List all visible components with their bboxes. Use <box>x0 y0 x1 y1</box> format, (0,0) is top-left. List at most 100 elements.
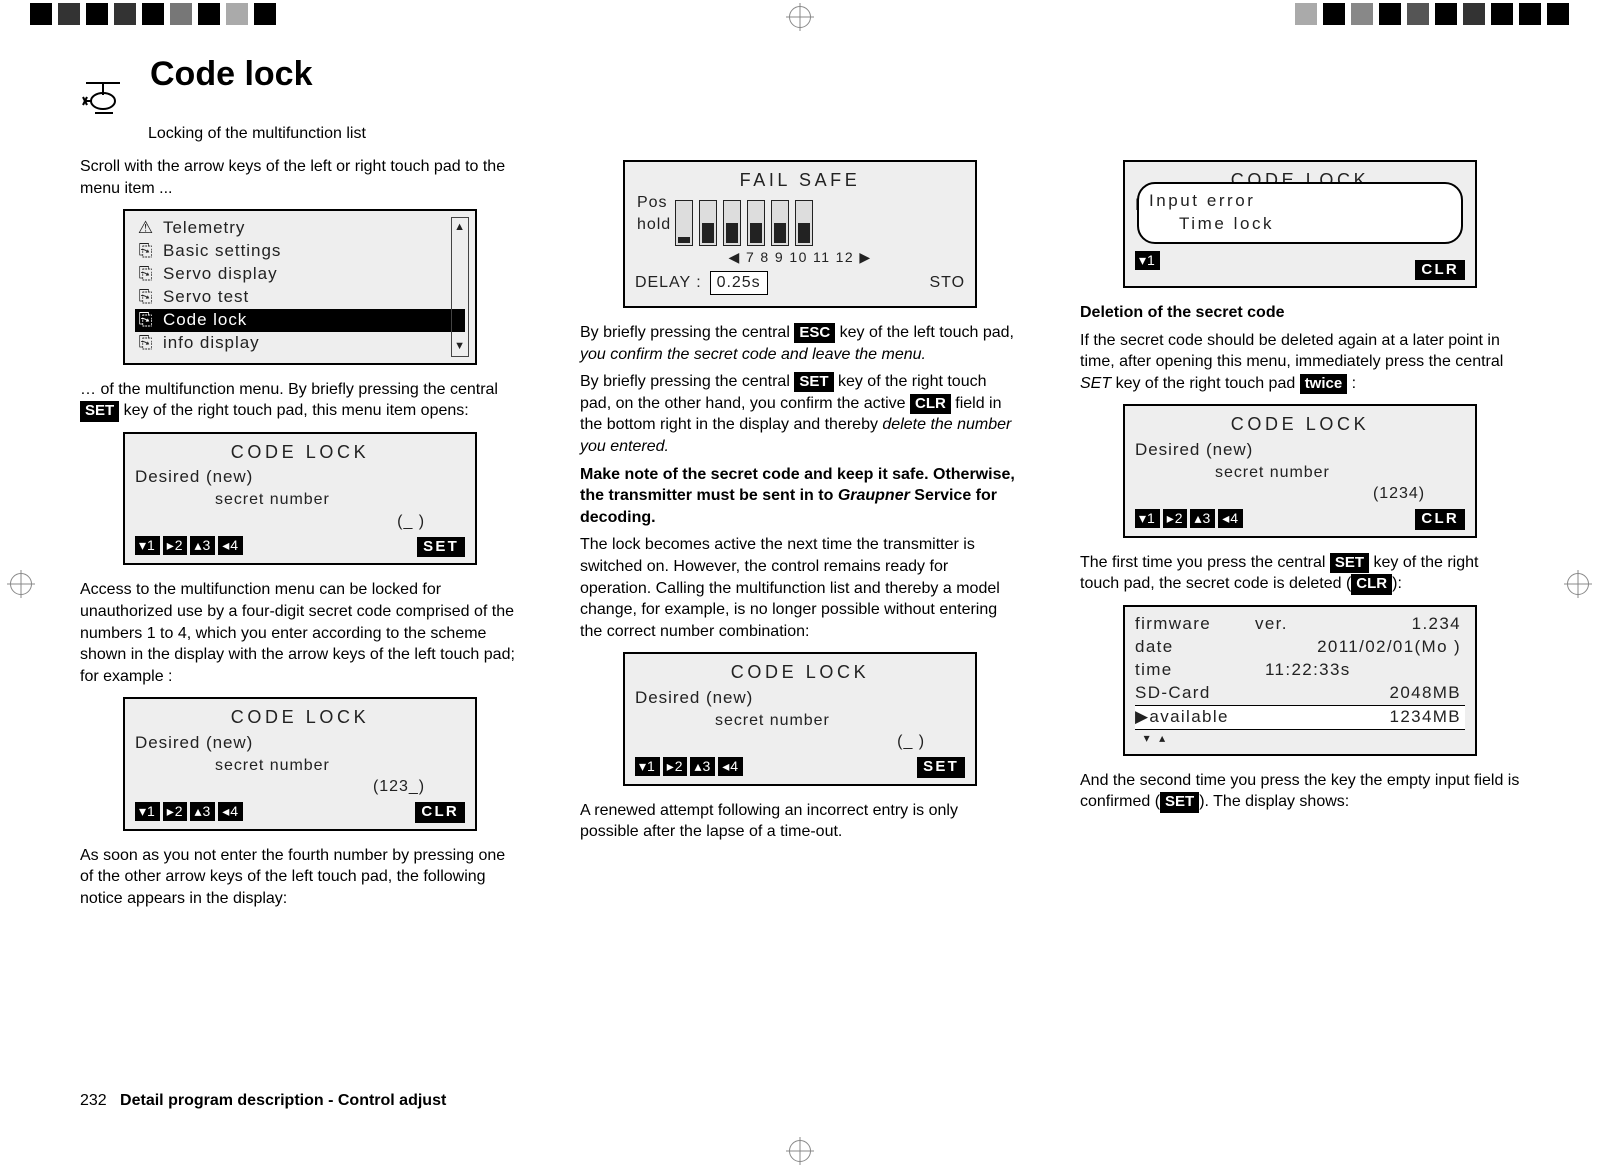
scroll-down-icon: ▼ <box>454 339 466 354</box>
scrollbar: ▲▼ <box>451 217 469 357</box>
col1-p4: As soon as you not enter the fourth numb… <box>80 845 520 910</box>
sto-label: STO <box>930 272 965 294</box>
key-2: ▸2 <box>163 536 188 555</box>
menu-label: Servo test <box>163 286 249 309</box>
set-key: SET <box>794 372 833 392</box>
folder-icon: ⎘ <box>137 240 155 263</box>
col3-p1: If the secret code should be deleted aga… <box>1080 330 1520 395</box>
set-button: SET <box>417 537 465 557</box>
info-row-firmware: firmwarever.1.234 <box>1135 613 1465 636</box>
screen-line3: (1234) <box>1135 483 1465 505</box>
page-subtitle: Locking of the multifunction list <box>148 125 366 143</box>
menu-item-code-lock: ⎘Code lock <box>135 309 465 332</box>
key-3: ▴3 <box>190 536 215 555</box>
col1-p2: … of the multifunction menu. By briefly … <box>80 379 520 422</box>
screen-title: CODE LOCK <box>135 705 465 729</box>
delay-label: DELAY : <box>635 272 702 294</box>
screen-title: FAIL SAFE <box>635 168 965 192</box>
screen-line3: (123_) <box>135 776 465 798</box>
screen-line2: secret number <box>135 489 465 511</box>
col2-p3: The lock becomes active the next time th… <box>580 534 1020 642</box>
col3-p2: The first time you press the central SET… <box>1080 552 1520 595</box>
menu-item-servo-display: ⎘ Servo display <box>135 263 465 286</box>
menu-screen: ⚠ Telemetry ⎘ Basic settings ⎘ Servo displa… <box>123 209 477 365</box>
menu-item-servo-test: ⎘ Servo test <box>135 286 465 309</box>
servo-gauges <box>675 196 965 246</box>
key-4: ◂4 <box>718 757 743 776</box>
scroll-up-icon: ▲ <box>454 220 466 235</box>
key-1: ▾1 <box>635 757 660 776</box>
set-button: SET <box>917 757 965 777</box>
clr-key: CLR <box>1351 574 1392 594</box>
registration-mark-icon <box>1567 573 1589 595</box>
code-lock-screen-error: CODE LOCK De ▾1 CLR Input error Time loc… <box>1123 160 1477 288</box>
screen-line3: (_ ) <box>135 511 465 533</box>
registration-mark-icon <box>10 573 32 595</box>
registration-mark-icon <box>789 1140 811 1162</box>
screen-title: CODE LOCK <box>135 440 465 464</box>
arrow-key-legend: ▾1 ▸2 ▴3 ◂4 <box>135 536 465 555</box>
screen-line1: Desired (new) <box>1135 439 1465 462</box>
twice-key: twice <box>1300 374 1348 394</box>
col3-p3: And the second time you press the key th… <box>1080 770 1520 813</box>
clr-button: CLR <box>415 802 465 822</box>
clr-button: CLR <box>1415 260 1465 280</box>
col3-heading: Deletion of the secret code <box>1080 302 1520 324</box>
column-1: Scroll with the arrow keys of the left o… <box>80 150 520 915</box>
screen-title: CODE LOCK <box>635 660 965 684</box>
info-row-time: time11:22:33s <box>1135 659 1465 682</box>
warning-icon: ⚠ <box>137 217 155 240</box>
key-2: ▸2 <box>163 802 188 821</box>
set-key: SET <box>80 401 119 421</box>
col2-bold: Make note of the secret code and keep it… <box>580 464 1020 529</box>
menu-label: Telemetry <box>163 217 245 240</box>
code-lock-screen-empty: CODE LOCK Desired (new) secret number (_… <box>123 432 477 565</box>
key-1: ▾1 <box>1135 509 1160 528</box>
screen-line2: secret number <box>1135 462 1465 484</box>
screen-line1: Desired (new) <box>635 687 965 710</box>
col1-p3: Access to the multifunction menu can be … <box>80 579 520 687</box>
folder-icon: ⎘ <box>137 263 155 286</box>
delay-value: 0.25s <box>710 271 768 295</box>
key-3: ▴3 <box>190 802 215 821</box>
screen-title: CODE LOCK <box>1135 412 1465 436</box>
key-1: ▾1 <box>135 802 160 821</box>
set-key: SET <box>1160 792 1199 812</box>
screen-line1: Desired (new) <box>135 466 465 489</box>
key-3: ▴3 <box>1190 509 1215 528</box>
helicopter-icon <box>80 75 126 127</box>
key-4: ◂4 <box>1218 509 1243 528</box>
print-registration-top-right <box>1265 0 1599 28</box>
screen-line2: secret number <box>635 710 965 732</box>
set-key: SET <box>1330 553 1369 573</box>
key-4: ◂4 <box>218 802 243 821</box>
clr-key: CLR <box>910 394 951 414</box>
folder-icon: ⎘ <box>137 286 155 309</box>
menu-label: Basic settings <box>163 240 281 263</box>
arrow-key-legend: ▾1 ▸2 ▴3 ◂4 <box>635 757 965 776</box>
key-2: ▸2 <box>663 757 688 776</box>
menu-label: Code lock <box>163 309 247 332</box>
folder-icon: ⎘ <box>137 332 155 355</box>
menu-label: Servo display <box>163 263 278 286</box>
registration-mark-icon <box>789 6 811 28</box>
info-screen: firmwarever.1.234 date2011/02/01(Mo ) ti… <box>1123 605 1477 756</box>
col2-p1: By briefly pressing the central ESC key … <box>580 322 1020 365</box>
key-3: ▴3 <box>690 757 715 776</box>
key-1: ▾1 <box>135 536 160 555</box>
page-footer: 232 Detail program description - Control… <box>80 1092 446 1110</box>
esc-key: ESC <box>794 323 835 343</box>
info-row-sdcard: SD-Card2048MB <box>1135 682 1465 705</box>
info-row-date: date2011/02/01(Mo ) <box>1135 636 1465 659</box>
menu-item-basic-settings: ⎘ Basic settings <box>135 240 465 263</box>
pos-hold-label: Pos hold <box>637 192 671 235</box>
delay-row: DELAY : 0.25s STO <box>635 271 965 295</box>
screen-line3: (_ ) <box>635 731 965 753</box>
code-lock-screen-1234: CODE LOCK Desired (new) secret number (1… <box>1123 404 1477 537</box>
code-lock-screen-prompt: CODE LOCK Desired (new) secret number (_… <box>623 652 977 785</box>
fail-safe-screen: FAIL SAFE Pos hold ◀ 7 8 9 10 11 12 ▶ DE… <box>623 160 977 308</box>
menu-item-telemetry: ⚠ Telemetry <box>135 217 465 240</box>
menu-item-info-display: ⎘info display <box>135 332 465 355</box>
screen-line2: secret number <box>135 755 465 777</box>
key-4: ◂4 <box>218 536 243 555</box>
